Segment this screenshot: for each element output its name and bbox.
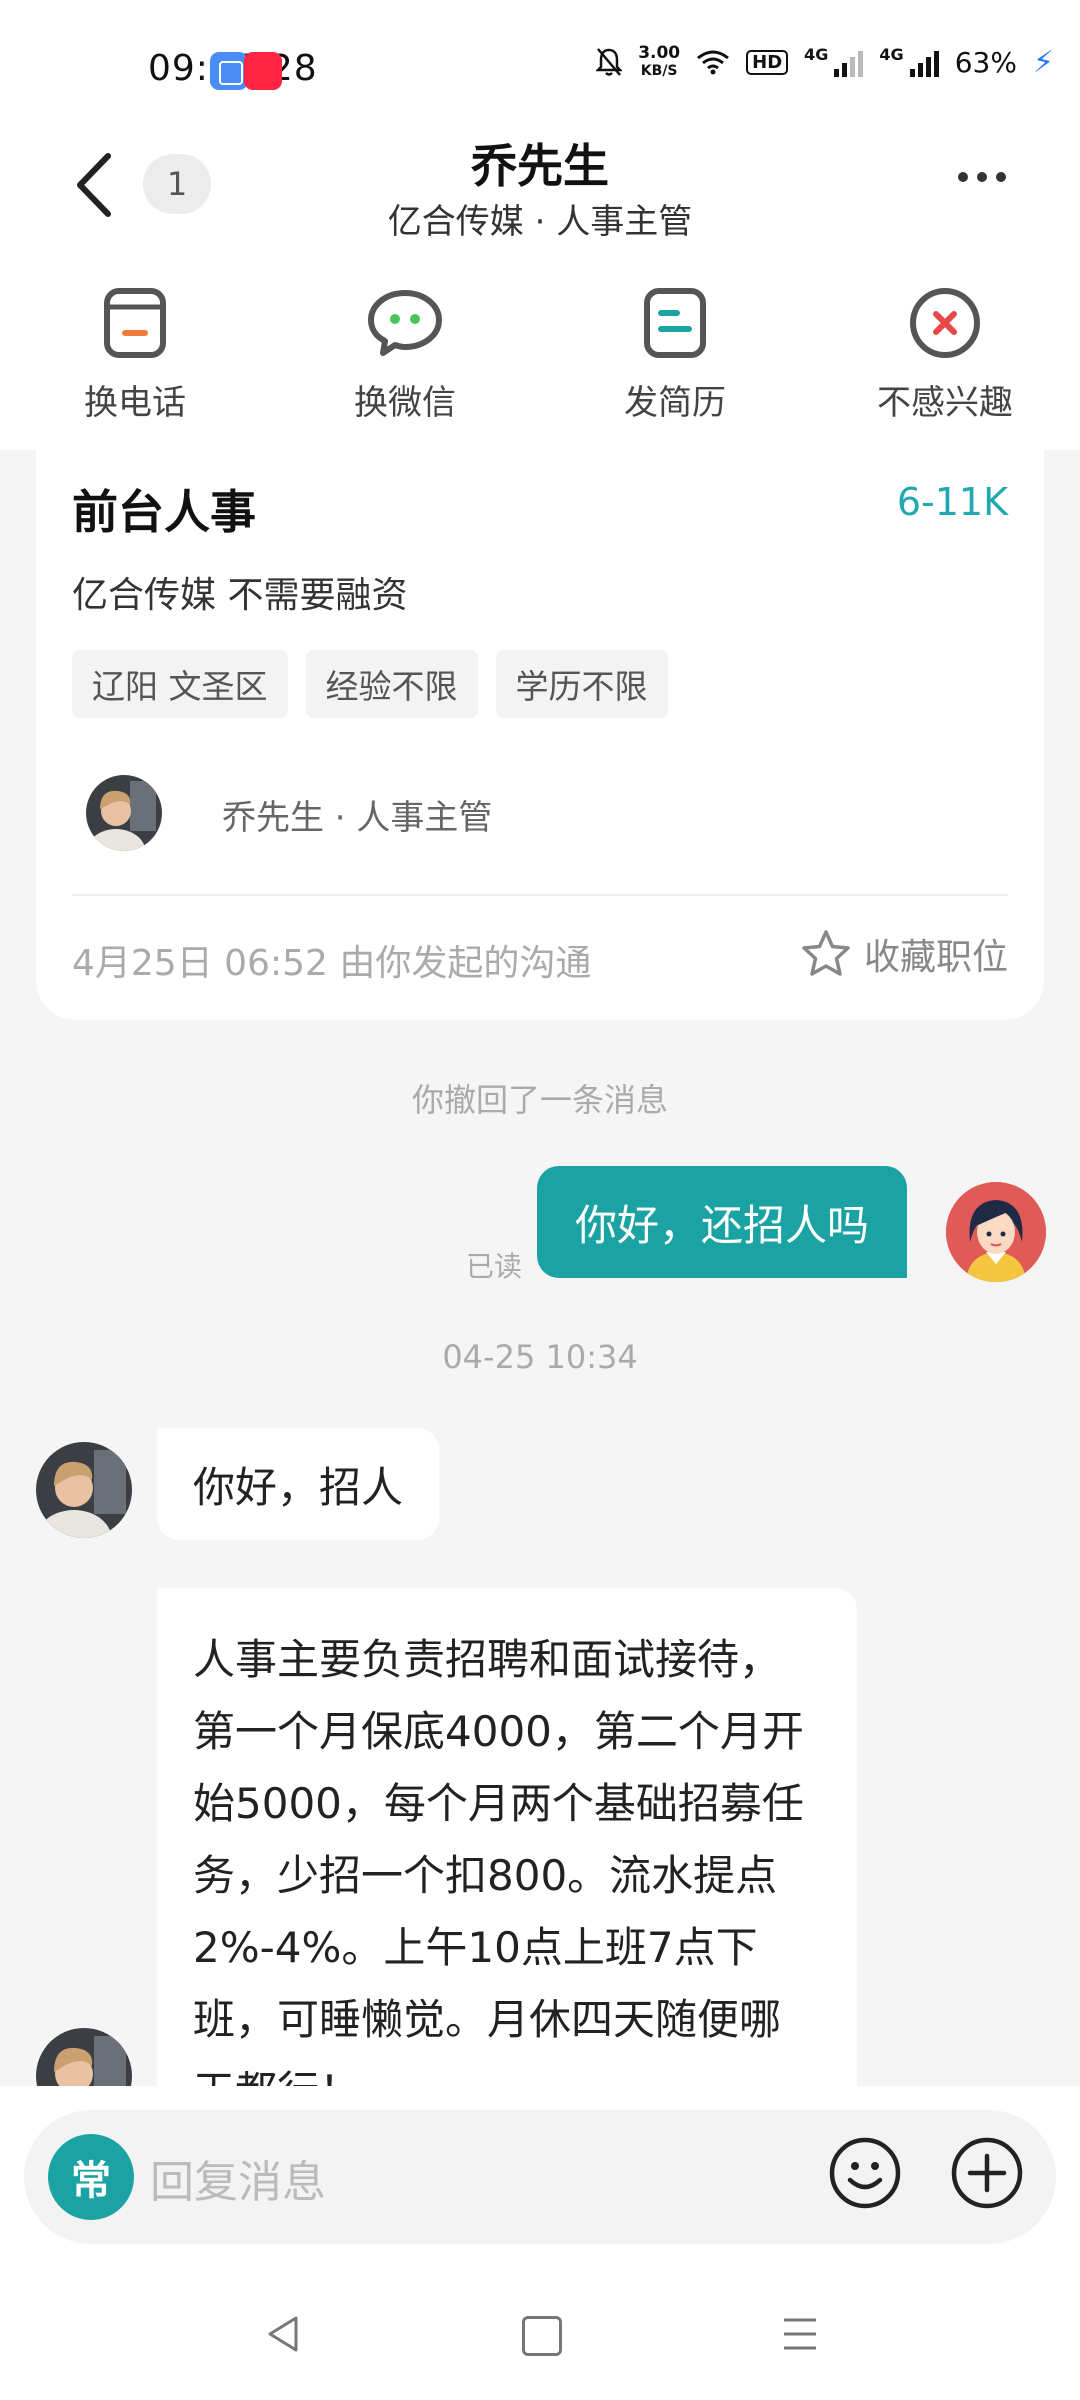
- tag-education: 学历不限: [495, 650, 668, 718]
- job-title: 前台人事: [72, 485, 256, 539]
- favorite-job-button[interactable]: 收藏职位: [800, 928, 1008, 980]
- message-input-placeholder[interactable]: 回复消息: [150, 2146, 326, 2210]
- mute-bell-icon: [596, 48, 623, 76]
- recruiter-avatar[interactable]: [86, 775, 162, 851]
- my-message-bubble[interactable]: 你好，还招人吗: [537, 1166, 908, 1278]
- received-message-bubble[interactable]: 人事主要负责招聘和面试接待，第一个月保底4000，第二个月开始5000，每个月两…: [157, 1588, 857, 2124]
- contact-subtitle: 亿合传媒 · 人事主管: [387, 202, 693, 242]
- battery-level: 63%: [954, 45, 1017, 79]
- wechat-icon: [367, 285, 443, 361]
- system-message: 你撤回了一条消息: [411, 1081, 668, 1119]
- star-icon: [802, 930, 850, 976]
- signal-icon-2: [909, 47, 939, 77]
- app-notification-icon: [210, 52, 248, 90]
- charging-icon: ⚡: [1032, 44, 1054, 80]
- conversation-meta: 4月25日 06:52 由你发起的沟通: [72, 943, 592, 984]
- quick-phrases-button[interactable]: 常: [48, 2134, 134, 2220]
- contact-name: 乔先生: [471, 139, 609, 193]
- recruiter-chat-avatar[interactable]: [36, 1442, 132, 1538]
- nav-home-icon[interactable]: [522, 2316, 562, 2356]
- xiaohongshu-notification-icon: [244, 52, 282, 90]
- more-options-icon[interactable]: [958, 172, 1006, 182]
- action-change-phone[interactable]: 换电话: [35, 285, 235, 424]
- hd-badge: HD: [746, 49, 789, 75]
- emoji-icon[interactable]: [828, 2136, 902, 2210]
- card-divider: [72, 894, 1008, 896]
- phone-icon: [97, 285, 173, 361]
- signal-icon-1: [834, 47, 864, 77]
- nav-back-icon[interactable]: [264, 2314, 304, 2354]
- time-separator: 04-25 10:34: [442, 1338, 638, 1376]
- tag-experience: 经验不限: [305, 650, 478, 718]
- job-tags: 辽阳 文圣区 经验不限 学历不限: [72, 650, 668, 718]
- tag-location: 辽阳 文圣区: [72, 650, 288, 718]
- read-status: 已读: [466, 1250, 523, 1283]
- action-send-resume[interactable]: 发简历: [575, 285, 775, 424]
- action-change-wechat[interactable]: 换微信: [305, 285, 505, 424]
- received-message-bubble[interactable]: 你好，招人: [157, 1428, 440, 1540]
- job-card[interactable]: 前台人事 6-11K 亿合传媒 不需要融资 辽阳 文圣区 经验不限 学历不限 乔…: [36, 440, 1044, 1020]
- action-not-interested[interactable]: 不感兴趣: [845, 285, 1045, 424]
- not-interested-icon: [907, 285, 983, 361]
- wifi-icon: [697, 50, 730, 75]
- my-avatar[interactable]: [946, 1182, 1046, 1282]
- status-icons: 3.00 KB/S HD 4G 4G 63% ⚡: [596, 44, 1054, 80]
- resume-icon: [637, 285, 713, 361]
- plus-icon[interactable]: [950, 2136, 1024, 2210]
- net-speed: 3.00 KB/S: [638, 43, 681, 79]
- company-info: 亿合传媒 不需要融资: [72, 575, 408, 616]
- recruiter-info: 乔先生 · 人事主管: [222, 798, 493, 838]
- job-salary: 6-11K: [896, 480, 1008, 524]
- nav-menu-icon[interactable]: [780, 2314, 820, 2354]
